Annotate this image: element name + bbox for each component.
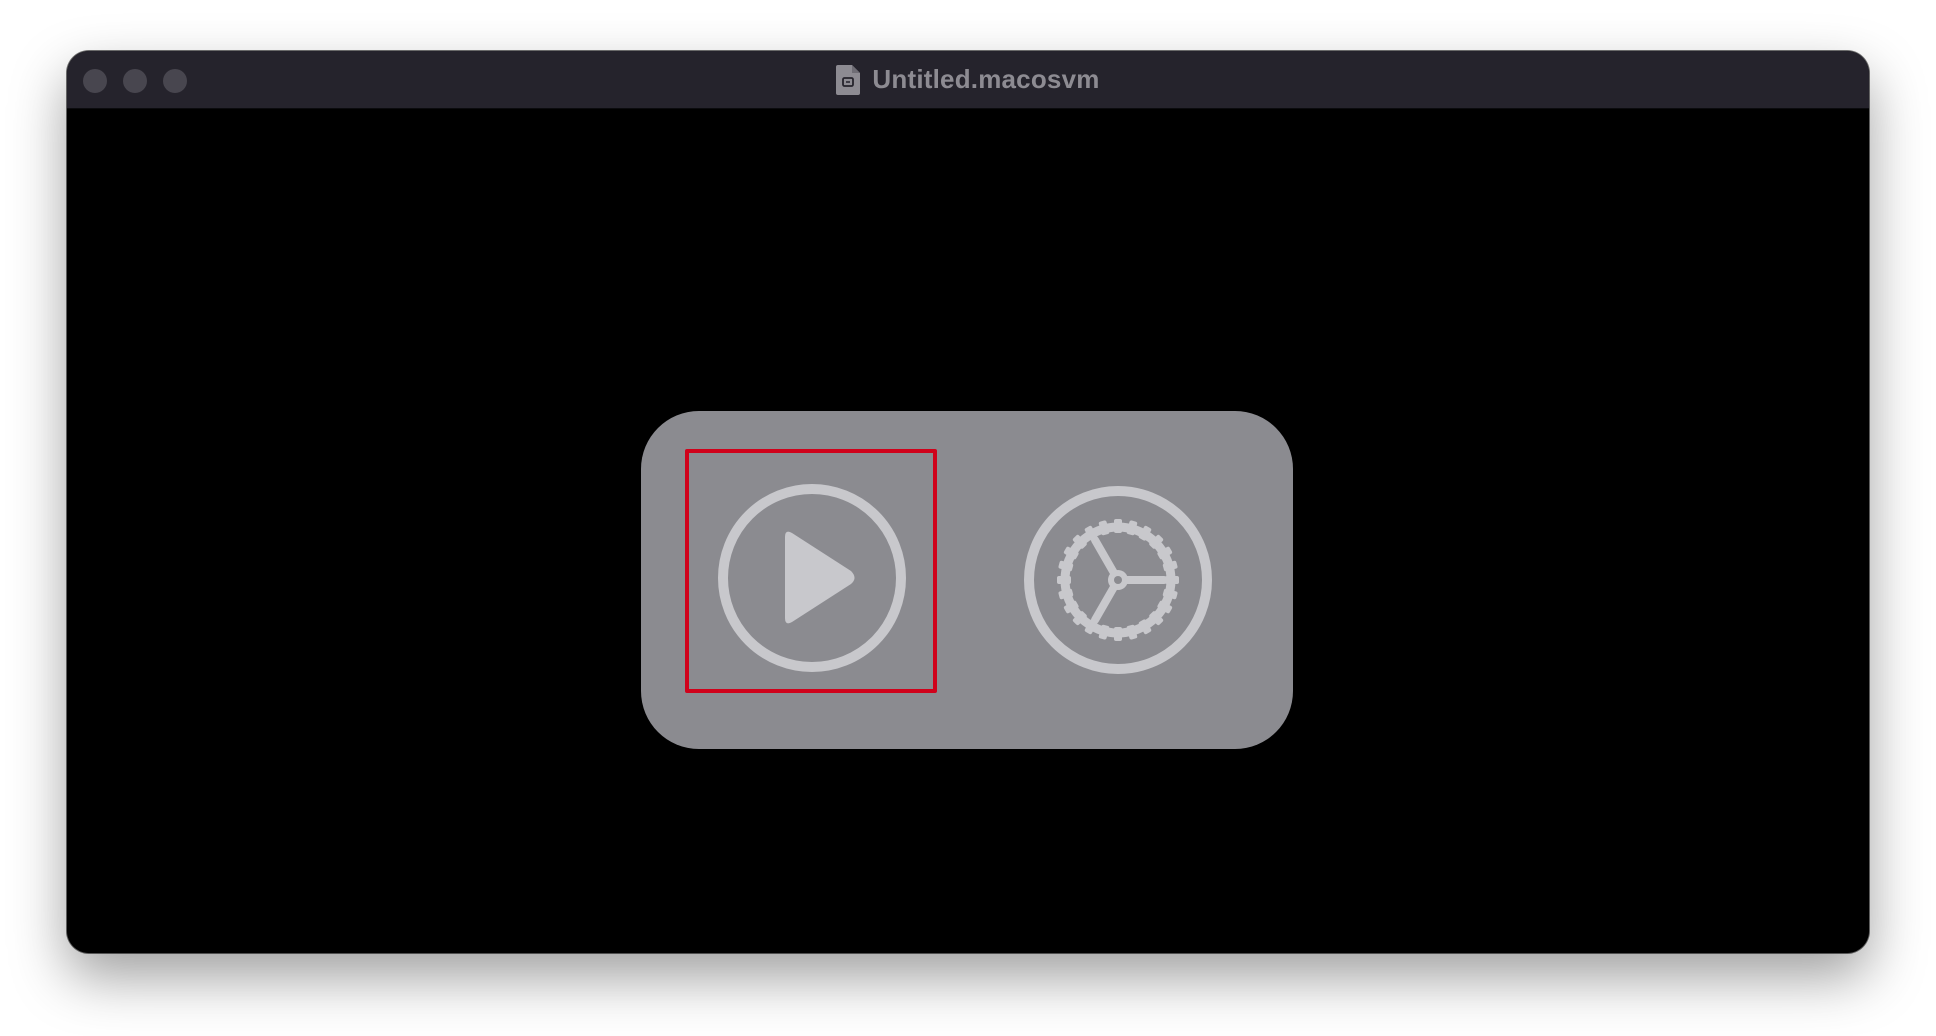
- title-bar[interactable]: Untitled.macosvm: [67, 51, 1869, 109]
- window-title: Untitled.macosvm: [872, 64, 1100, 94]
- vm-control-panel: [641, 411, 1293, 749]
- start-vm-button[interactable]: [685, 449, 937, 693]
- document-icon: [836, 64, 861, 95]
- vm-window: Untitled.macosvm: [67, 51, 1869, 953]
- vm-display-area: [67, 109, 1869, 953]
- vm-settings-button[interactable]: [1021, 483, 1215, 677]
- gear-circle-icon: [1024, 486, 1212, 674]
- window-title-area: Untitled.macosvm: [67, 51, 1869, 108]
- play-circle-icon: [718, 484, 906, 672]
